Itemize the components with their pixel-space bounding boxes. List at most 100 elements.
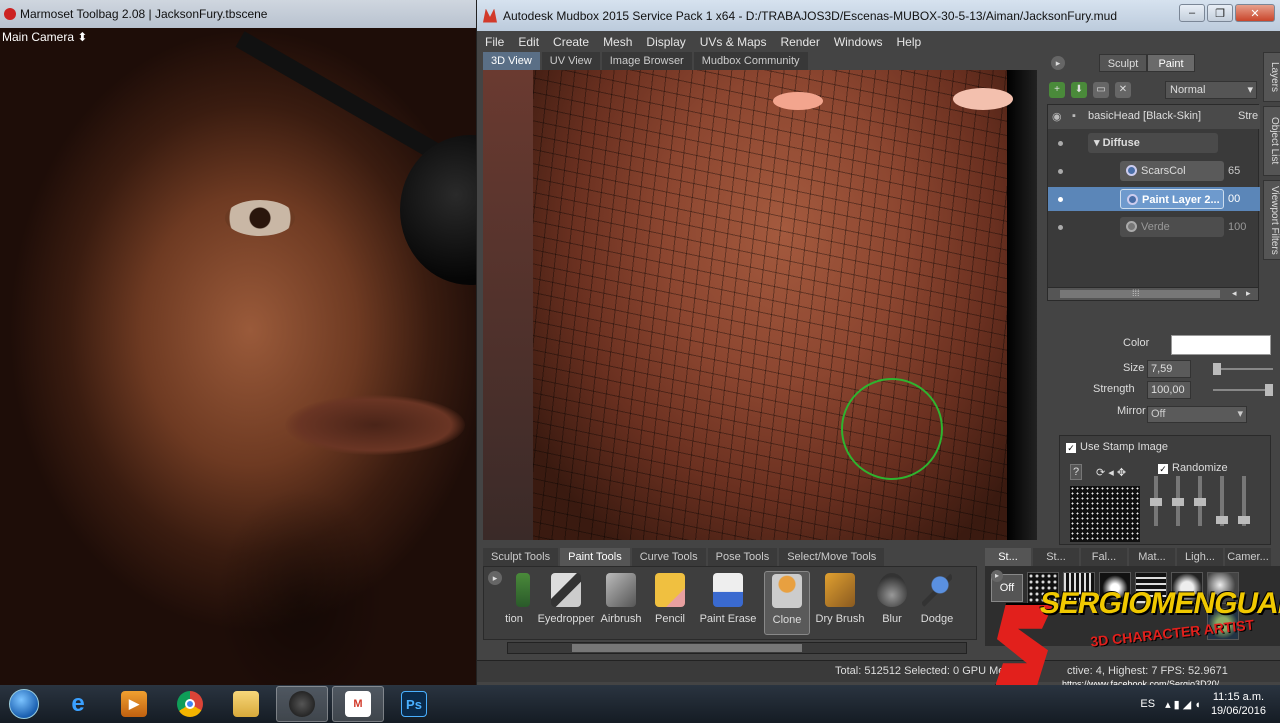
tool-tray-scrollbar[interactable] — [507, 642, 967, 654]
checkbox-icon[interactable]: ✓ — [1158, 464, 1168, 474]
slider-handle[interactable] — [1213, 363, 1221, 375]
layer-folder-icon[interactable]: ▭ — [1093, 82, 1109, 98]
delete-layer-icon[interactable]: ✕ — [1115, 82, 1131, 98]
stamp-help-icon[interactable]: ? — [1070, 464, 1082, 480]
checkbox-icon[interactable]: ✓ — [1066, 443, 1076, 453]
maximize-button[interactable]: ❐ — [1207, 4, 1233, 22]
tab-stamps[interactable]: St... — [985, 548, 1031, 566]
tab-sculpt-tools[interactable]: Sculpt Tools — [483, 548, 559, 566]
new-layer-icon[interactable]: + — [1049, 82, 1065, 98]
visibility-dot-icon[interactable] — [1058, 168, 1063, 174]
slider-handle[interactable] — [1216, 516, 1228, 524]
layer-name[interactable]: ScarsCol — [1120, 161, 1224, 181]
library-arrow-icon[interactable]: ▸ — [991, 570, 1003, 582]
taskbar-marmoset[interactable] — [276, 686, 328, 722]
tray-icons[interactable]: ▴ ▮ ◢ ◖ — [1165, 698, 1201, 711]
size-input[interactable]: 7,59 — [1147, 360, 1191, 378]
menu-display[interactable]: Display — [646, 35, 685, 49]
tab-paint-tools[interactable]: Paint Tools — [560, 548, 630, 566]
vertical-slider[interactable] — [1172, 476, 1184, 526]
layer-group-diffuse[interactable]: ▾ Diffuse — [1088, 133, 1218, 153]
tool-dry-brush[interactable]: Dry Brush — [812, 571, 868, 635]
tab-mudbox-community[interactable]: Mudbox Community — [693, 52, 808, 70]
layer-name[interactable]: Paint Layer 2... — [1120, 189, 1224, 209]
side-tab-object-list[interactable]: Object List — [1263, 106, 1280, 176]
slider-handle[interactable] — [1172, 498, 1184, 506]
size-slider[interactable] — [1213, 363, 1273, 375]
close-button[interactable]: ✕ — [1235, 4, 1275, 22]
use-stamp-checkbox[interactable]: ✓ Use Stamp Image — [1066, 441, 1168, 453]
visibility-dot-icon[interactable] — [1058, 140, 1063, 146]
layer-header-row[interactable]: ◉ ▪ basicHead [Black-Skin] Stre — [1048, 105, 1260, 129]
layer-row[interactable]: Verde 100 — [1048, 215, 1260, 239]
paint-mode-button[interactable]: Paint — [1147, 54, 1195, 72]
start-button[interactable] — [0, 685, 48, 723]
minimize-button[interactable]: – — [1179, 4, 1205, 22]
slider-handle[interactable] — [1238, 516, 1250, 524]
vertical-slider[interactable] — [1150, 476, 1162, 526]
layer-strength[interactable]: 65 — [1228, 165, 1240, 177]
slider-handle[interactable] — [1194, 498, 1206, 506]
layer-row-selected[interactable]: Paint Layer 2... 00 — [1048, 187, 1260, 211]
taskbar-photoshop[interactable]: Ps — [388, 686, 440, 722]
tab-image-browser[interactable]: Image Browser — [601, 52, 692, 70]
taskbar-explorer[interactable] — [220, 686, 272, 722]
layer-strength[interactable]: 00 — [1228, 193, 1240, 205]
stamp-image-thumbnail[interactable] — [1070, 486, 1140, 542]
slider-handle[interactable] — [1265, 384, 1273, 396]
mirror-select[interactable]: Off ▾ — [1147, 406, 1247, 423]
vertical-slider[interactable] — [1194, 476, 1206, 526]
blend-mode-select[interactable]: Normal ▾ — [1165, 81, 1257, 99]
menu-create[interactable]: Create — [553, 35, 589, 49]
layer-row[interactable]: ScarsCol 65 — [1048, 159, 1260, 183]
menu-windows[interactable]: Windows — [834, 35, 883, 49]
vertical-slider[interactable] — [1238, 476, 1250, 526]
menu-mesh[interactable]: Mesh — [603, 35, 632, 49]
side-tab-layers[interactable]: Layers — [1263, 52, 1280, 102]
layer-strength[interactable]: 100 — [1228, 221, 1246, 233]
tab-pose-tools[interactable]: Pose Tools — [707, 548, 778, 566]
tool-projection[interactable]: tion — [492, 571, 536, 635]
taskbar-mudbox[interactable]: M — [332, 686, 384, 722]
3d-viewport[interactable] — [483, 70, 1037, 540]
stamp-transform-icons[interactable]: ⟳ ◂ ✥ — [1096, 466, 1126, 479]
visibility-dot-icon[interactable] — [1058, 224, 1063, 230]
taskbar-media-player[interactable]: ▶ — [108, 686, 160, 722]
vertical-slider[interactable] — [1216, 476, 1228, 526]
randomize-checkbox[interactable]: ✓ Randomize — [1158, 462, 1228, 474]
camera-selector[interactable]: Main Camera ⬍ — [2, 30, 87, 44]
layer-group-row[interactable]: ▾ Diffuse — [1048, 131, 1260, 155]
language-indicator[interactable]: ES — [1140, 698, 1155, 710]
menu-render[interactable]: Render — [780, 35, 819, 49]
tool-blur[interactable]: Blur — [870, 571, 914, 635]
taskbar-chrome[interactable] — [164, 686, 216, 722]
tool-dodge[interactable]: Dodge — [914, 571, 960, 635]
color-swatch[interactable] — [1171, 335, 1271, 355]
scrollbar-thumb[interactable] — [1060, 290, 1220, 298]
tool-paint-erase[interactable]: Paint Erase — [696, 571, 760, 635]
tab-uv-view[interactable]: UV View — [541, 52, 600, 70]
menu-help[interactable]: Help — [897, 35, 922, 49]
visibility-dot-icon[interactable] — [1058, 196, 1063, 202]
menu-edit[interactable]: Edit — [518, 35, 539, 49]
menu-file[interactable]: File — [485, 35, 504, 49]
clock[interactable]: 11:15 a.m. 19/06/2016 — [1211, 690, 1266, 718]
lock-icon[interactable]: ▪ — [1072, 110, 1076, 122]
tool-clone[interactable]: Clone — [764, 571, 810, 635]
tab-curve-tools[interactable]: Curve Tools — [631, 548, 706, 566]
slider-handle[interactable] — [1150, 498, 1162, 506]
tab-3d-view[interactable]: 3D View — [483, 52, 540, 70]
tab-select-move-tools[interactable]: Select/Move Tools — [779, 548, 885, 566]
scrollbar-thumb[interactable] — [572, 644, 802, 652]
tab-camera[interactable]: Camer... — [1225, 548, 1271, 566]
tab-materials[interactable]: Mat... — [1129, 548, 1175, 566]
scroll-left-icon[interactable]: ◂ — [1232, 288, 1237, 299]
layers-scrollbar[interactable]: ⁞⁞⁞ ◂ ▸ — [1047, 287, 1259, 301]
menu-uvs-maps[interactable]: UVs & Maps — [700, 35, 767, 49]
tool-airbrush[interactable]: Airbrush — [596, 571, 646, 635]
tab-falloff[interactable]: Fal... — [1081, 548, 1127, 566]
side-tab-viewport-filters[interactable]: Viewport Filters — [1263, 180, 1280, 260]
strength-input[interactable]: 100,00 — [1147, 381, 1191, 399]
sculpt-mode-button[interactable]: Sculpt — [1099, 54, 1147, 72]
taskbar-ie[interactable]: e — [52, 686, 104, 722]
